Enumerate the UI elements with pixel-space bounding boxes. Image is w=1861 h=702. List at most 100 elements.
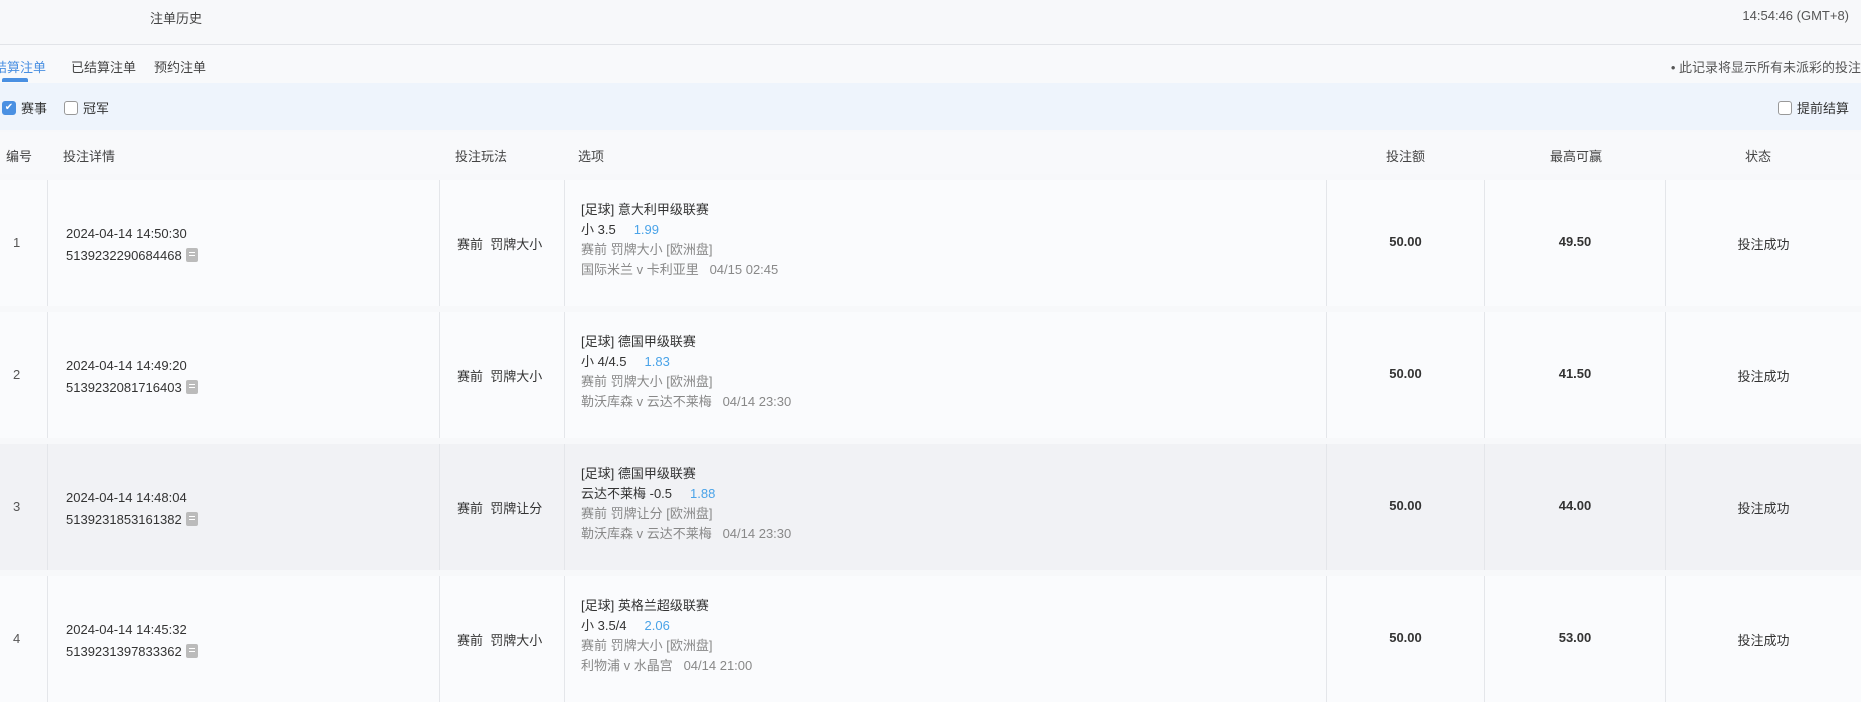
checkbox-icon — [1777, 100, 1792, 115]
stake: 50.00 — [1389, 498, 1422, 513]
stake: 50.00 — [1389, 234, 1422, 249]
selection-cell: [足球] 德国甲级联赛 小 4/4.5 1.83 赛前 罚牌大小 [欧洲盘] 勒沃… — [564, 312, 1326, 438]
stake: 50.00 — [1389, 366, 1422, 381]
match: 勒沃库森 v 云达不莱梅 — [581, 526, 712, 541]
play-cell: 赛前 罚牌大小 — [439, 180, 564, 306]
table-row: 1 2024-04-14 14:50:30 5139232290684468 赛… — [0, 180, 1861, 306]
col-stake: 投注额 — [1386, 149, 1426, 164]
tab-settled[interactable]: 已结算注单 — [71, 57, 136, 76]
stake-cell: 50.00 — [1326, 444, 1484, 570]
copy-icon[interactable] — [185, 248, 198, 262]
bet-id: 5139231853161382 — [66, 512, 182, 527]
stake-cell: 50.00 — [1326, 576, 1484, 702]
market: 赛前 罚牌大小 [欧洲盘] — [581, 374, 713, 389]
stake-cell: 50.00 — [1326, 312, 1484, 438]
max-win-cell: 41.50 — [1484, 312, 1665, 438]
bet-datetime: 2024-04-14 14:45:32 — [66, 622, 187, 637]
bet-details-cell: 2024-04-14 14:50:30 5139232290684468 — [47, 180, 439, 306]
status: 投注成功 — [1737, 633, 1790, 648]
tab-bar: 结算注单 已结算注单 预约注单 • 此记录将显示所有未派彩的投注 — [0, 45, 1861, 83]
bet-datetime: 2024-04-14 14:50:30 — [66, 226, 187, 241]
odds: 1.99 — [633, 222, 659, 237]
kickoff: 04/15 02:45 — [709, 262, 779, 277]
league: [足球] 意大利甲级联赛 — [581, 202, 709, 217]
stake-cell: 50.00 — [1326, 180, 1484, 306]
pick: 小 3.5 — [581, 222, 616, 237]
match: 国际米兰 v 卡利亚里 — [581, 262, 699, 277]
row-number: 1 — [13, 235, 21, 250]
league: [足球] 德国甲级联赛 — [581, 334, 696, 349]
bet-play: 赛前 罚牌大小 — [457, 369, 543, 384]
max-win-cell: 44.00 — [1484, 444, 1665, 570]
status-cell: 投注成功 — [1665, 180, 1861, 306]
checkmark-icon: ✔ — [2, 100, 16, 115]
status-cell: 投注成功 — [1665, 576, 1861, 702]
copy-icon[interactable] — [185, 380, 198, 394]
bet-id: 5139232290684468 — [66, 248, 182, 263]
table-row: 4 2024-04-14 14:45:32 5139231397833362 赛… — [0, 576, 1861, 702]
status-cell: 投注成功 — [1665, 444, 1861, 570]
col-details: 投注详情 — [63, 149, 116, 164]
odds: 1.83 — [644, 354, 670, 369]
kickoff: 04/14 23:30 — [722, 526, 792, 541]
header-bar: 注单历史 14:54:46 (GMT+8) — [0, 0, 1861, 45]
kickoff: 04/14 21:00 — [683, 658, 753, 673]
status: 投注成功 — [1737, 501, 1790, 516]
match-label: 赛事 — [21, 101, 48, 116]
bet-details-cell: 2024-04-14 14:45:32 5139231397833362 — [47, 576, 439, 702]
clock: 14:54:46 (GMT+8) — [1742, 8, 1849, 23]
market: 赛前 罚牌大小 [欧洲盘] — [581, 242, 713, 257]
bet-play: 赛前 罚牌大小 — [457, 237, 543, 252]
outright-label: 冠军 — [83, 101, 110, 116]
play-cell: 赛前 罚牌让分 — [439, 444, 564, 570]
play-cell: 赛前 罚牌大小 — [439, 312, 564, 438]
max-win-cell: 53.00 — [1484, 576, 1665, 702]
bet-play: 赛前 罚牌大小 — [457, 633, 543, 648]
tab-reserved[interactable]: 预约注单 — [154, 57, 206, 76]
max-win: 41.50 — [1558, 366, 1592, 381]
pick: 云达不莱梅 -0.5 — [581, 486, 673, 501]
league: [足球] 德国甲级联赛 — [581, 466, 696, 481]
table-row: 2 2024-04-14 14:49:20 5139232081716403 赛… — [0, 312, 1861, 438]
pick: 小 4/4.5 — [581, 354, 627, 369]
odds: 1.88 — [690, 486, 716, 501]
status-cell: 投注成功 — [1665, 312, 1861, 438]
cashout-label: 提前结算 — [1796, 101, 1849, 116]
info-note: • 此记录将显示所有未派彩的投注 — [1670, 60, 1861, 75]
status: 投注成功 — [1737, 237, 1790, 252]
league: [足球] 英格兰超级联赛 — [581, 598, 709, 613]
bet-details-cell: 2024-04-14 14:49:20 5139232081716403 — [47, 312, 439, 438]
copy-icon[interactable] — [185, 512, 198, 526]
col-status: 状态 — [1745, 149, 1772, 164]
page-title: 注单历史 — [150, 11, 203, 26]
pick: 小 3.5/4 — [581, 618, 627, 633]
max-win: 49.50 — [1558, 234, 1592, 249]
filter-bar: ✔ 赛事 冠军 提前结算 — [0, 83, 1861, 130]
selection-cell: [足球] 德国甲级联赛 云达不莱梅 -0.5 1.88 赛前 罚牌让分 [欧洲盘]… — [564, 444, 1326, 570]
max-win: 53.00 — [1558, 630, 1592, 645]
tab-unsettled[interactable]: 结算注单 — [0, 57, 46, 76]
market: 赛前 罚牌让分 [欧洲盘] — [581, 506, 713, 521]
play-cell: 赛前 罚牌大小 — [439, 576, 564, 702]
max-win: 44.00 — [1558, 498, 1592, 513]
bet-play: 赛前 罚牌让分 — [457, 501, 543, 516]
col-play: 投注玩法 — [455, 149, 508, 164]
col-no: 编号 — [6, 149, 33, 164]
kickoff: 04/14 23:30 — [722, 394, 792, 409]
stake: 50.00 — [1389, 630, 1422, 645]
col-max-win: 最高可赢 — [1550, 149, 1603, 164]
bet-datetime: 2024-04-14 14:48:04 — [66, 490, 187, 505]
table-row: 3 2024-04-14 14:48:04 5139231853161382 赛… — [0, 444, 1861, 570]
copy-icon[interactable] — [185, 644, 198, 658]
match: 利物浦 v 水晶宫 — [581, 658, 673, 673]
cashout-checkbox[interactable]: 提前结算 — [1777, 98, 1849, 117]
match: 勒沃库森 v 云达不莱梅 — [581, 394, 712, 409]
row-number: 4 — [13, 631, 21, 646]
bet-id: 5139232081716403 — [66, 380, 182, 395]
match-checkbox[interactable]: ✔ 赛事 — [2, 98, 47, 117]
active-tab-indicator — [2, 78, 28, 82]
status: 投注成功 — [1737, 369, 1790, 384]
selection-cell: [足球] 意大利甲级联赛 小 3.5 1.99 赛前 罚牌大小 [欧洲盘] 国际米… — [564, 180, 1326, 306]
outright-checkbox[interactable]: 冠军 — [64, 98, 109, 117]
selection-cell: [足球] 英格兰超级联赛 小 3.5/4 2.06 赛前 罚牌大小 [欧洲盘] 利… — [564, 576, 1326, 702]
